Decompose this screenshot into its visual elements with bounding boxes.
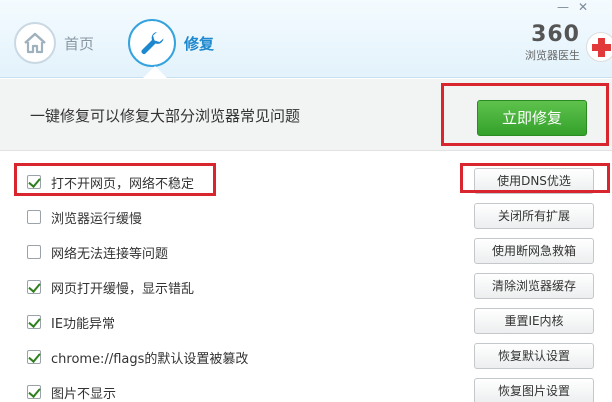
nav-home-label: 首页 <box>64 34 95 53</box>
brand-number: 360 <box>531 22 580 47</box>
restore-image-settings-button[interactable]: 恢复图片设置 <box>474 378 594 402</box>
issue-label: 图片不显示 <box>51 387 117 402</box>
brand-name: 浏览器医生 <box>525 49 580 62</box>
nav-repair[interactable]: 修复 <box>128 16 214 70</box>
issue-label: 浏览器运行缓慢 <box>51 212 143 227</box>
wrench-icon <box>128 19 176 67</box>
issue-row: chrome://flags的默认设置被篡改 恢复默认设置 <box>0 341 612 373</box>
issue-label: 网页打开缓慢，显示错乱 <box>51 282 195 297</box>
issue-row: 网页打开缓慢，显示错乱 清除浏览器缓存 <box>0 271 612 303</box>
network-first-aid-button[interactable]: 使用断网急救箱 <box>474 238 594 264</box>
issue-checkbox[interactable] <box>27 280 41 294</box>
clear-cache-button[interactable]: 清除浏览器缓存 <box>474 273 594 299</box>
issue-checkbox[interactable] <box>27 210 41 224</box>
header-bar: — ✕ 首页 修复 360 浏览器医生 <box>0 0 612 78</box>
issue-label: IE功能异常 <box>51 317 116 332</box>
nav-repair-label: 修复 <box>184 34 215 53</box>
issue-label: 网络无法连接等问题 <box>51 247 169 262</box>
issue-checkbox[interactable] <box>27 350 41 364</box>
banner-description: 一键修复可以修复大部分浏览器常见问题 <box>30 107 301 125</box>
active-tab-pointer <box>143 66 167 78</box>
nav-home[interactable]: 首页 <box>14 20 94 66</box>
issue-checkbox[interactable] <box>27 385 41 399</box>
reset-ie-kernel-button[interactable]: 重置IE内核 <box>474 308 594 334</box>
annotation-box <box>460 163 610 193</box>
close-all-extensions-button[interactable]: 关闭所有扩展 <box>474 203 594 229</box>
issue-label: chrome://flags的默认设置被篡改 <box>51 352 249 367</box>
home-icon <box>14 22 56 64</box>
minimize-button[interactable]: — <box>554 0 572 14</box>
issue-row: 浏览器运行缓慢 关闭所有扩展 <box>0 201 612 233</box>
red-cross-icon <box>586 32 612 62</box>
restore-defaults-button[interactable]: 恢复默认设置 <box>474 343 594 369</box>
annotation-box <box>441 83 609 146</box>
issue-row: 图片不显示 恢复图片设置 <box>0 376 612 402</box>
annotation-box <box>14 163 216 196</box>
issue-row: 网络无法连接等问题 使用断网急救箱 <box>0 236 612 268</box>
issue-checkbox[interactable] <box>27 315 41 329</box>
issue-checkbox[interactable] <box>27 245 41 259</box>
close-button[interactable]: ✕ <box>574 0 592 14</box>
issue-row: IE功能异常 重置IE内核 <box>0 306 612 338</box>
brand: 360 浏览器医生 <box>508 24 580 63</box>
